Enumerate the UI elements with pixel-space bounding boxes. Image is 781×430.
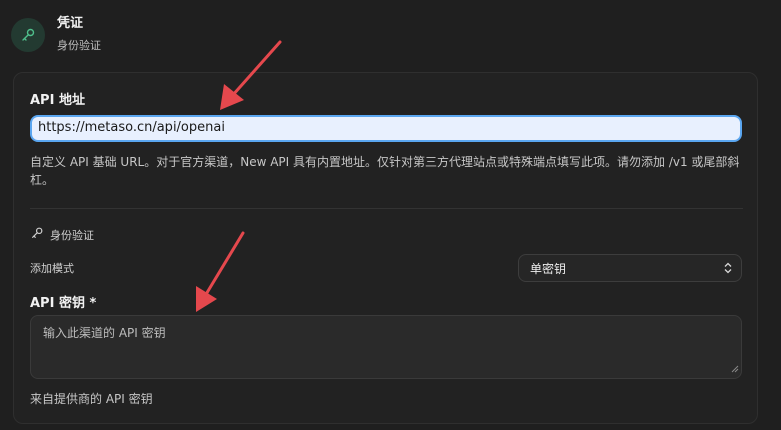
credentials-card: API 地址 https://metaso.cn/api/openai 自定义 … <box>13 72 758 424</box>
key-icon <box>30 225 44 244</box>
chevron-up-down-icon <box>723 259 733 278</box>
api-key-label: API 密钥 * <box>30 296 97 311</box>
auth-section-header: 身份验证 <box>30 225 94 244</box>
section-title: 凭证 <box>57 16 84 31</box>
divider <box>30 208 743 209</box>
section-subtitle: 身份验证 <box>57 39 101 52</box>
api-key-textarea[interactable]: 输入此渠道的 API 密钥 <box>30 315 742 379</box>
resize-handle-icon[interactable] <box>731 362 739 376</box>
key-icon <box>11 17 45 52</box>
add-mode-label: 添加模式 <box>30 262 74 275</box>
api-address-input[interactable]: https://metaso.cn/api/openai <box>30 115 742 142</box>
api-address-label: API 地址 <box>30 93 85 108</box>
add-mode-value: 单密钥 <box>530 261 567 276</box>
credentials-header: 凭证 身份验证 <box>11 15 101 54</box>
auth-section-label: 身份验证 <box>50 228 94 242</box>
api-address-help: 自定义 API 基础 URL。对于官方渠道，New API 具有内置地址。仅针对… <box>30 155 740 187</box>
api-key-help: 来自提供商的 API 密钥 <box>30 392 153 406</box>
api-key-placeholder: 输入此渠道的 API 密钥 <box>43 326 166 340</box>
add-mode-select[interactable]: 单密钥 <box>518 254 742 282</box>
